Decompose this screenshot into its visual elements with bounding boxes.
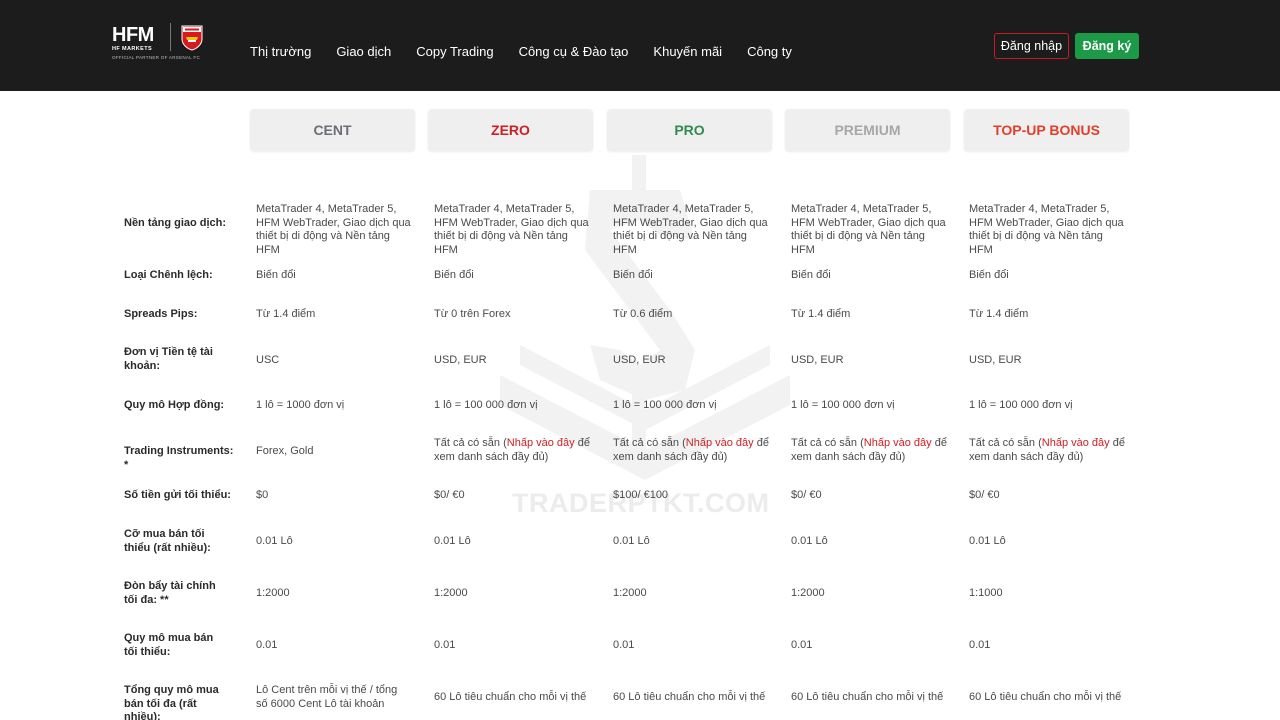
- nav-tools-education[interactable]: Công cụ & Đào tạo: [519, 44, 629, 60]
- cell-text: Tất cả có sẵn (: [613, 437, 686, 449]
- login-button[interactable]: Đăng nhập: [994, 33, 1069, 59]
- tab-premium[interactable]: PREMIUM: [785, 109, 950, 151]
- table-cell: 60 Lô tiêu chuẩn cho mỗi vị thế: [434, 691, 587, 703]
- nav-markets[interactable]: Thị trường: [250, 44, 311, 60]
- table-cell: 0.01 Lô: [434, 535, 471, 547]
- row-label: Loại Chênh lệch:: [124, 269, 213, 281]
- logo-subtitle: HF MARKETS: [112, 46, 153, 52]
- table-cell: USD, EUR: [434, 354, 487, 366]
- tab-pro[interactable]: PRO: [607, 109, 772, 151]
- table-cell: MetaTrader 4, MetaTrader 5, HFM WebTrade…: [613, 203, 768, 256]
- table-cell: Từ 1.4 điểm: [791, 308, 851, 320]
- table-cell: 60 Lô tiêu chuẩn cho mỗi vị thế: [613, 691, 766, 703]
- table-cell: 0.01 Lô: [613, 535, 650, 547]
- table-cell: 1:2000: [256, 587, 290, 599]
- table-cell: $0/ €0: [434, 489, 465, 501]
- table-cell: Từ 1.4 điểm: [969, 308, 1029, 320]
- table-cell: Từ 0.6 điểm: [613, 308, 673, 320]
- table-cell: 0.01 Lô: [256, 535, 293, 547]
- instruments-list-link[interactable]: Nhấp vào đây: [1042, 437, 1110, 449]
- table-cell: Tất cả có sẵn (Nhấp vào đây để xem danh …: [434, 437, 594, 464]
- table-cell: 0.01: [434, 639, 456, 651]
- arsenal-crest-icon: [181, 25, 203, 51]
- register-button[interactable]: Đăng ký: [1075, 33, 1139, 59]
- logo-wordmark: HFM: [112, 24, 154, 46]
- table-cell: MetaTrader 4, MetaTrader 5, HFM WebTrade…: [969, 203, 1124, 256]
- logo-partner-text: OFFICIAL PARTNER OF ARSENAL FC: [112, 55, 201, 60]
- instruments-list-link[interactable]: Nhấp vào đây: [864, 437, 932, 449]
- table-cell: 1 lô = 100 000 đơn vị: [613, 399, 717, 411]
- tab-zero[interactable]: ZERO: [428, 109, 593, 151]
- table-cell: $100/ €100: [613, 489, 669, 501]
- cell-text: Tất cả có sẵn (: [969, 437, 1042, 449]
- table-cell: Từ 1.4 điểm: [256, 308, 316, 320]
- table-cell: 1 lô = 100 000 đơn vị: [969, 399, 1073, 411]
- table-cell: USD, EUR: [969, 354, 1022, 366]
- table-cell: Biến đổi: [791, 269, 831, 281]
- table-cell: 1 lô = 100 000 đơn vị: [791, 399, 895, 411]
- table-cell: 1 lô = 100 000 đơn vị: [434, 399, 538, 411]
- row-label: Cỡ mua bán tối thiểu (rất nhiều):: [124, 528, 211, 554]
- row-label: Quy mô mua bán tối thiểu:: [124, 632, 214, 658]
- table-cell: Biến đổi: [613, 269, 653, 281]
- row-label: Spreads Pips:: [124, 308, 198, 320]
- table-cell: Từ 0 trên Forex: [434, 308, 511, 320]
- instruments-list-link[interactable]: Nhấp vào đây: [507, 437, 575, 449]
- table-cell: USC: [256, 354, 280, 366]
- table-cell: Tất cả có sẵn (Nhấp vào đây để xem danh …: [791, 437, 951, 464]
- cell-text: Tất cả có sẵn (: [434, 437, 507, 449]
- table-cell: $0/ €0: [791, 489, 822, 501]
- cell-text: Tất cả có sẵn (: [791, 437, 864, 449]
- table-cell: 0.01: [969, 639, 991, 651]
- hfm-logo[interactable]: HFM HF MARKETS OFFICIAL PARTNER OF ARSEN…: [112, 23, 212, 67]
- row-label: Nền tảng giao dịch:: [124, 217, 227, 229]
- table-cell: $0/ €0: [969, 489, 1000, 501]
- table-cell: 1:2000: [791, 587, 825, 599]
- table-cell: 0.01: [791, 639, 813, 651]
- tab-cent[interactable]: CENT: [250, 109, 415, 151]
- table-cell: Biến đổi: [256, 269, 296, 281]
- table-cell: Tất cả có sẵn (Nhấp vào đây để xem danh …: [969, 437, 1129, 464]
- nav-promotions[interactable]: Khuyến mãi: [653, 44, 722, 60]
- table-cell: Tất cả có sẵn (Nhấp vào đây để xem danh …: [613, 437, 773, 464]
- nav-trading[interactable]: Giao dịch: [336, 44, 391, 60]
- row-label: Đơn vị Tiền tệ tài khoản:: [124, 346, 213, 372]
- table-cell: USD, EUR: [613, 354, 666, 366]
- row-label: Trading Instruments: *: [124, 445, 234, 471]
- table-cell: 0.01: [256, 639, 278, 651]
- table-cell: Lô Cent trên mỗi vị thế / tổng số 6000 C…: [256, 684, 398, 710]
- table-cell: Forex, Gold: [256, 445, 314, 457]
- table-cell: 1 lô = 1000 đơn vị: [256, 399, 345, 411]
- table-cell: Biến đổi: [969, 269, 1009, 281]
- table-cell: MetaTrader 4, MetaTrader 5, HFM WebTrade…: [256, 203, 411, 256]
- table-cell: 1:2000: [434, 587, 468, 599]
- table-cell: 1:1000: [969, 587, 1003, 599]
- table-cell: 0.01 Lô: [791, 535, 828, 547]
- table-cell: 0.01: [613, 639, 635, 651]
- main-nav: Thị trường Giao dịch Copy Trading Công c…: [250, 44, 817, 60]
- table-cell: MetaTrader 4, MetaTrader 5, HFM WebTrade…: [791, 203, 946, 256]
- instruments-list-link[interactable]: Nhấp vào đây: [686, 437, 754, 449]
- table-cell: 60 Lô tiêu chuẩn cho mỗi vị thế: [969, 691, 1122, 703]
- table-cell: 60 Lô tiêu chuẩn cho mỗi vị thế: [791, 691, 944, 703]
- row-label: Quy mô Hợp đồng:: [124, 399, 225, 411]
- logo-divider: [170, 23, 171, 51]
- nav-copy-trading[interactable]: Copy Trading: [416, 44, 493, 60]
- table-cell: 0.01 Lô: [969, 535, 1006, 547]
- row-label: Đòn bẩy tài chính tối đa: **: [124, 580, 216, 606]
- row-label: Số tiền gửi tối thiểu:: [124, 489, 231, 501]
- tab-top-up-bonus[interactable]: TOP-UP BONUS: [964, 109, 1129, 151]
- row-label: Tổng quy mô mua bán tối đa (rất nhiều):: [124, 684, 219, 720]
- table-cell: USD, EUR: [791, 354, 844, 366]
- table-cell: $0: [256, 489, 269, 501]
- table-cell: Biến đổi: [434, 269, 474, 281]
- top-navigation-bar: HFM HF MARKETS OFFICIAL PARTNER OF ARSEN…: [0, 0, 1280, 91]
- nav-company[interactable]: Công ty: [747, 44, 792, 60]
- table-cell: MetaTrader 4, MetaTrader 5, HFM WebTrade…: [434, 203, 589, 256]
- table-cell: 1:2000: [613, 587, 647, 599]
